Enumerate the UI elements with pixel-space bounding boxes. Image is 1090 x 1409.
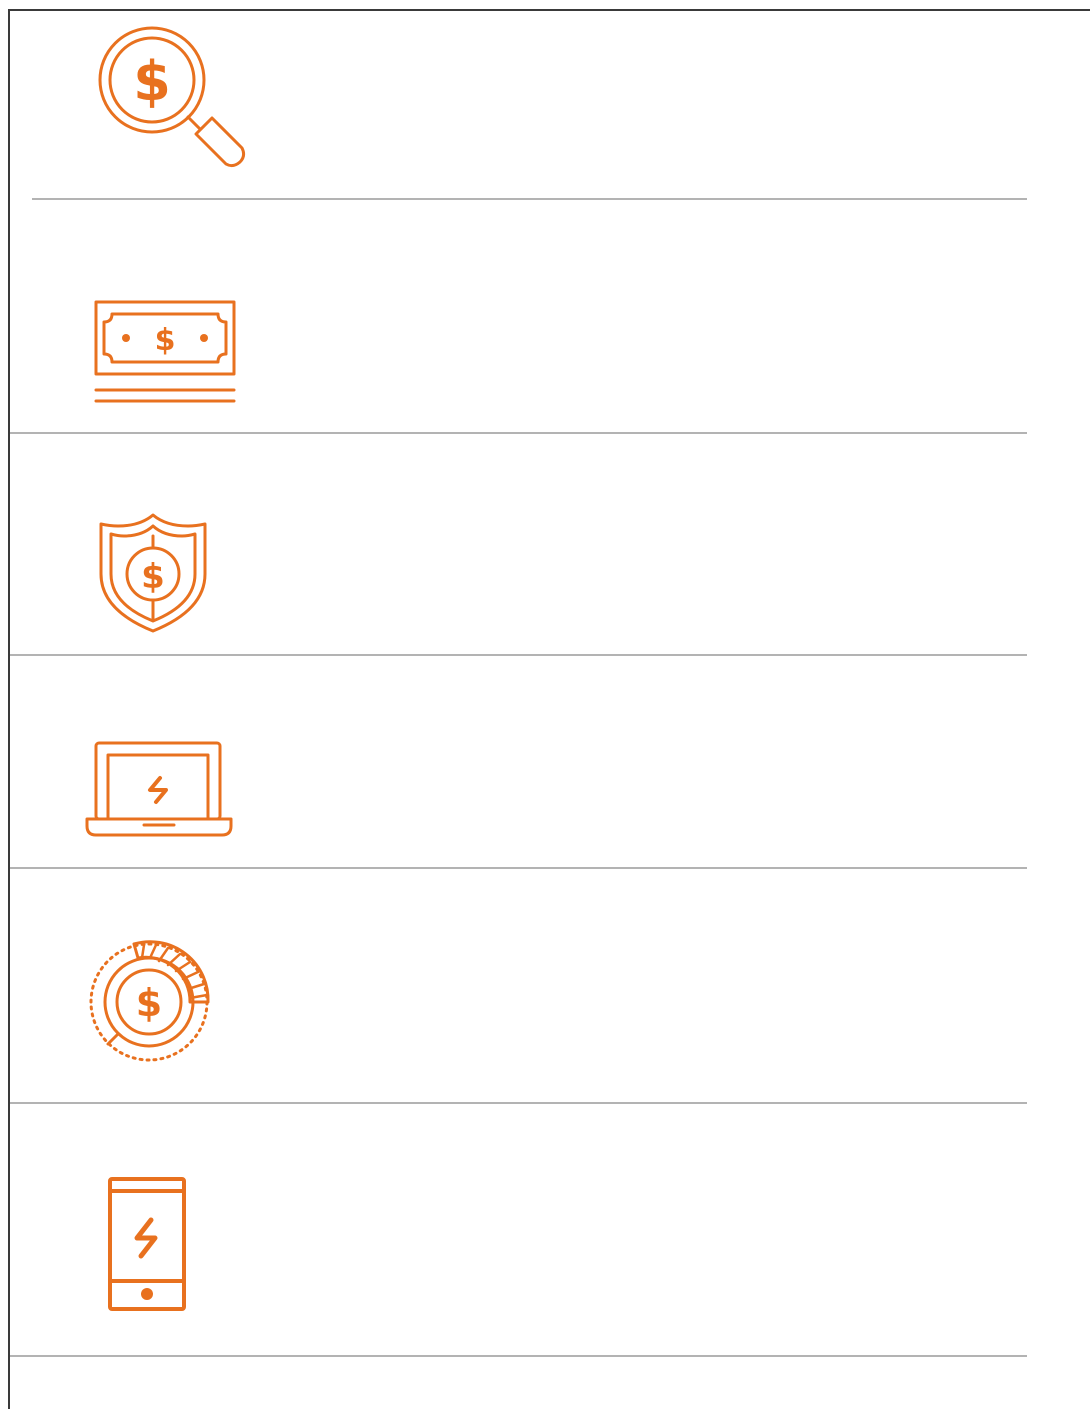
dollar-glyph: $ bbox=[141, 557, 165, 597]
dollar-glyph: $ bbox=[155, 323, 176, 358]
row-divider bbox=[10, 1355, 1027, 1357]
row-divider bbox=[10, 432, 1027, 434]
smartphone-lightning-icon bbox=[107, 1176, 187, 1312]
dollar-glyph: $ bbox=[136, 981, 162, 1025]
row-divider bbox=[10, 867, 1027, 869]
dollar-search-icon: $ bbox=[96, 24, 248, 176]
dollar-coin-progress-icon: $ bbox=[84, 940, 214, 1070]
laptop-lightning-icon bbox=[84, 740, 234, 838]
row-divider bbox=[10, 654, 1027, 656]
row-divider bbox=[32, 198, 1027, 200]
banknote-stack-icon: $ bbox=[94, 300, 236, 406]
dollar-glyph: $ bbox=[133, 50, 171, 113]
row-divider bbox=[10, 1102, 1027, 1104]
dollar-shield-icon: $ bbox=[98, 512, 208, 634]
